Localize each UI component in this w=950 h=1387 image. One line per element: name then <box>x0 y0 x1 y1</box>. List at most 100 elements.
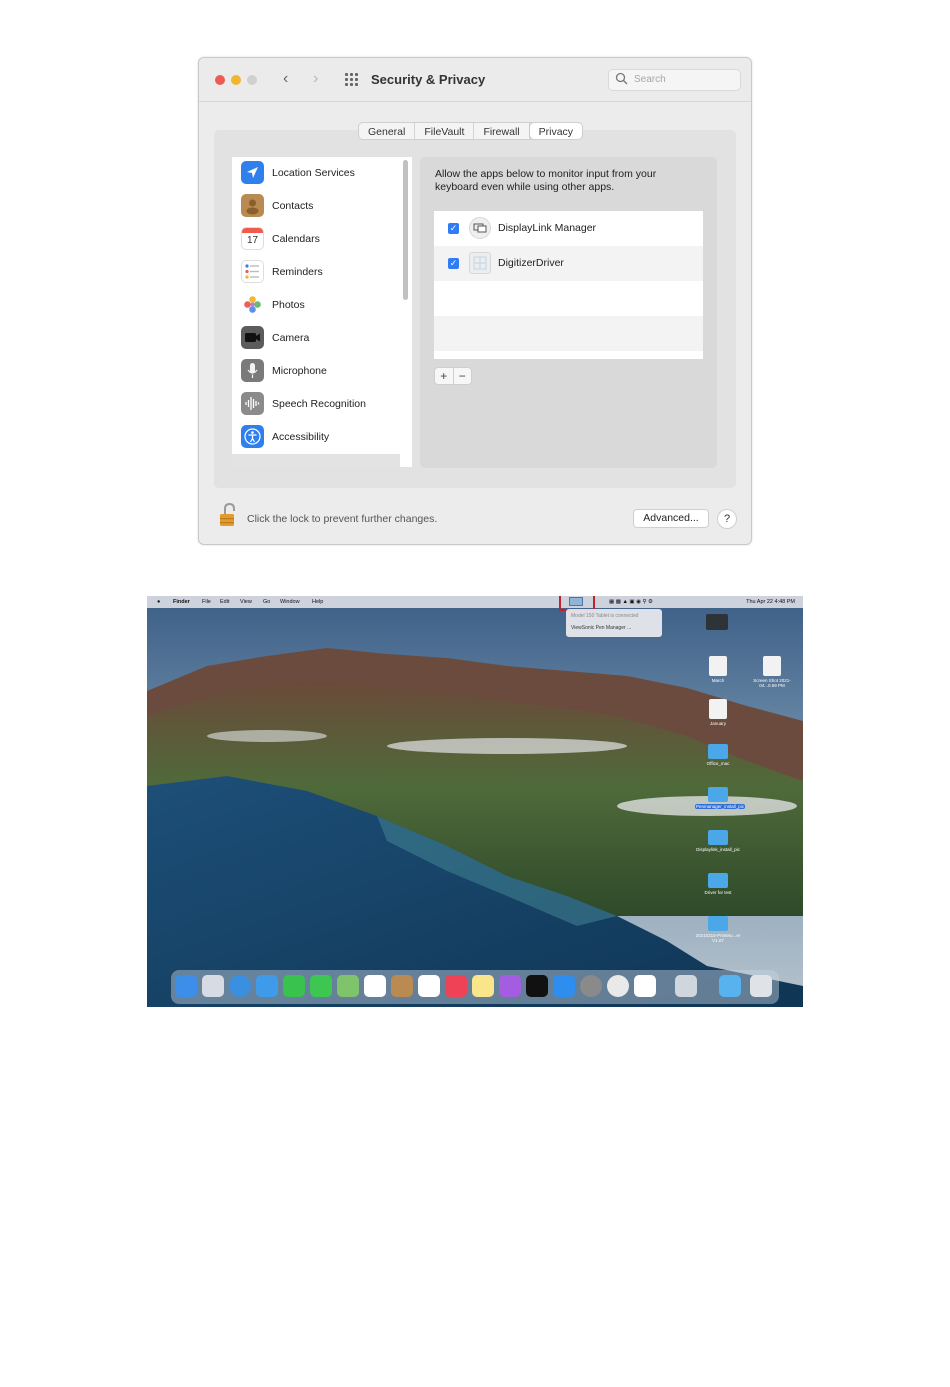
tablet-tray-menu: Model 150 Tablet is connected ViewSonic … <box>566 609 662 637</box>
desktop-icon-screenshot[interactable]: Screen Shot 2021-04...0.59 PM <box>752 656 792 688</box>
close-button[interactable] <box>215 75 225 85</box>
menu-finder[interactable]: Finder <box>173 599 190 605</box>
remove-button[interactable]: − <box>454 368 472 384</box>
app-row-displaylink[interactable]: ✓ DisplayLink Manager <box>434 211 703 246</box>
sidebar-item-speech-recognition[interactable]: Speech Recognition <box>232 388 400 421</box>
sidebar-item-label: Contacts <box>272 200 314 212</box>
minimize-button[interactable] <box>231 75 241 85</box>
desktop-icon-driver-for-test[interactable]: Driver for test <box>698 873 738 895</box>
trash-icon[interactable] <box>750 975 772 997</box>
facetime-icon[interactable] <box>283 975 305 997</box>
menubar-clock[interactable]: Thu Apr 22 4:48 PM <box>746 599 795 605</box>
show-all-grid-icon[interactable] <box>345 73 359 87</box>
desktop-icon-january[interactable]: January <box>698 699 738 726</box>
sidebar-item-location-services[interactable]: Location Services <box>232 157 400 190</box>
photos-icon[interactable] <box>364 975 386 997</box>
desktop-icon-penmanager[interactable]: Penmanager_install_pic <box>695 787 746 809</box>
lock-icon[interactable] <box>217 502 239 528</box>
privacy-category-list: Location Services Contacts 17 Calendars <box>232 157 412 467</box>
calendar-day: 17 <box>246 235 259 246</box>
system-preferences-icon[interactable] <box>580 975 602 997</box>
menu-window[interactable]: Window <box>280 599 300 605</box>
desktop-icon-device[interactable] <box>697 614 737 630</box>
chrome-icon[interactable] <box>607 975 629 997</box>
icon-label: March <box>711 678 725 683</box>
maps-icon[interactable] <box>337 975 359 997</box>
safari-icon[interactable] <box>229 975 251 997</box>
window-title: Security & Privacy <box>371 72 486 87</box>
menu-file[interactable]: File <box>202 599 211 605</box>
sidebar-item-label: Location Services <box>272 167 355 179</box>
checkbox[interactable]: ✓ <box>448 258 459 269</box>
music-icon[interactable] <box>445 975 467 997</box>
contacts-book-icon <box>241 194 264 217</box>
sidebar-item-accessibility[interactable]: Accessibility <box>232 421 400 454</box>
calendar-dock-icon[interactable] <box>634 975 656 997</box>
back-chevron-icon[interactable]: ‹ <box>283 70 288 88</box>
sidebar-item-calendars[interactable]: 17 Calendars <box>232 223 400 256</box>
location-arrow-icon <box>241 161 264 184</box>
forward-chevron-icon[interactable]: › <box>313 70 318 88</box>
microphone-icon <box>241 359 264 382</box>
apple-tv-icon[interactable] <box>526 975 548 997</box>
add-button[interactable]: + <box>435 368 454 384</box>
sidebar-item-label: Accessibility <box>272 431 330 443</box>
camera-icon <box>241 326 264 349</box>
sidebar-item-contacts[interactable]: Contacts <box>232 190 400 223</box>
reminders-icon[interactable] <box>418 975 440 997</box>
tab-privacy[interactable]: Privacy <box>529 123 583 139</box>
list-scrollbar[interactable] <box>403 160 408 300</box>
messages-icon[interactable] <box>310 975 332 997</box>
contacts-icon[interactable] <box>391 975 413 997</box>
sidebar-item-label: Camera <box>272 332 310 344</box>
notes-icon[interactable] <box>472 975 494 997</box>
menubar-status-icons[interactable]: ▦ ▩ ▲ ▣ ◉ ⚲ ⚙ <box>609 599 653 605</box>
search-icon <box>615 72 628 85</box>
zoom-button[interactable] <box>247 75 257 85</box>
checkbox[interactable]: ✓ <box>448 223 459 234</box>
menu-go[interactable]: Go <box>263 599 270 605</box>
menu-view[interactable]: View <box>240 599 252 605</box>
apple-menu-icon[interactable]: ● <box>157 599 160 605</box>
app-list: ✓ DisplayLink Manager ✓ DigitizerDriver <box>434 211 703 359</box>
sidebar-item-microphone[interactable]: Microphone <box>232 355 400 388</box>
finder-icon[interactable] <box>175 975 197 997</box>
list-overflow-row <box>232 454 400 467</box>
tab-filevault[interactable]: FileVault <box>415 123 475 139</box>
sidebar-item-camera[interactable]: Camera <box>232 322 400 355</box>
sidebar-item-label: Reminders <box>272 266 323 278</box>
desktop-icon-printeto[interactable]: 20210315-Printeto...er V1.07 <box>695 916 741 943</box>
app-store-icon[interactable] <box>553 975 575 997</box>
icon-label: Office_mac <box>706 761 730 766</box>
reminders-list-icon <box>241 260 264 283</box>
desktop-icon-office-mac[interactable]: Office_mac <box>698 744 738 766</box>
icon-label: January <box>709 721 726 726</box>
downloads-folder-icon[interactable] <box>719 975 741 997</box>
search-placeholder: Search <box>634 74 666 85</box>
search-field[interactable]: Search <box>608 69 741 91</box>
tab-general[interactable]: General <box>359 123 416 139</box>
preview-icon[interactable] <box>675 975 697 997</box>
icon-label: Penmanager_install_pic <box>695 804 746 809</box>
podcasts-icon[interactable] <box>499 975 521 997</box>
help-button[interactable]: ? <box>717 509 737 529</box>
lock-status-text: Click the lock to prevent further change… <box>247 513 438 525</box>
desktop-icon-march[interactable]: March <box>698 656 738 683</box>
photos-flower-icon <box>241 293 264 316</box>
menu-help[interactable]: Help <box>312 599 323 605</box>
tray-menu-item-pen-manager[interactable]: ViewSonic Pen Manager ... <box>571 625 631 631</box>
launchpad-icon[interactable] <box>202 975 224 997</box>
mail-icon[interactable] <box>256 975 278 997</box>
sidebar-item-photos[interactable]: Photos <box>232 289 400 322</box>
desktop-icon-displaylink[interactable]: Displaylink_install_pic <box>695 830 741 852</box>
menu-bar: ● Finder File Edit View Go Window Help ▦… <box>147 596 803 608</box>
menu-edit[interactable]: Edit <box>220 599 229 605</box>
app-row-digitizerdriver[interactable]: ✓ DigitizerDriver <box>434 246 703 281</box>
advanced-button[interactable]: Advanced... <box>633 509 709 528</box>
tab-firewall[interactable]: Firewall <box>474 123 530 139</box>
app-name: DigitizerDriver <box>498 257 564 269</box>
sidebar-item-reminders[interactable]: Reminders <box>232 256 400 289</box>
waveform-icon <box>241 392 264 415</box>
sidebar-item-label: Speech Recognition <box>272 398 366 410</box>
dock <box>171 970 779 1004</box>
